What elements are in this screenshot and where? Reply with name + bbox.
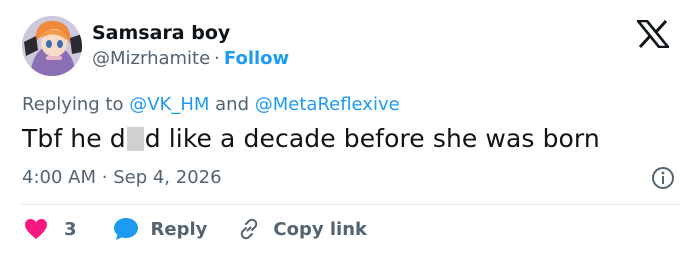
divider [22,204,679,205]
heart-icon [25,219,47,239]
replying-prefix: Replying to [22,94,124,115]
reply-bubble-icon [113,218,138,240]
avatar-image [22,16,82,76]
author-handle-row: @Mizrhamite · Follow [92,48,289,69]
tweet-text: Tbf he d d like a decade before she was b… [22,124,600,153]
separator-dot: · [214,48,220,69]
reply-button[interactable]: Reply [113,217,208,241]
separator-dot: · [101,167,108,188]
tweet-date: Sep 4, 2026 [113,167,222,188]
tweet-text-after: d like a decade before she was born [144,124,600,153]
copy-link-button[interactable]: Copy link [237,217,367,241]
like-count: 3 [64,218,77,240]
action-bar: 3 Reply Copy link [24,216,367,242]
avatar[interactable] [22,16,82,76]
author-handle[interactable]: @Mizrhamite [92,48,210,69]
link-icon [241,218,258,240]
like-button[interactable]: 3 [24,218,77,240]
mention-joiner: and [215,94,250,115]
mention-link[interactable]: @MetaReflexive [255,94,400,115]
author-name[interactable]: Samsara boy [92,22,230,44]
timestamp[interactable]: 4:00 AM · Sep 4, 2026 [22,167,222,188]
reply-context: Replying to @VK_HM and @MetaReflexive [22,94,400,115]
copy-link-label: Copy link [273,218,367,240]
reply-label: Reply [150,218,208,240]
info-icon[interactable] [651,166,675,190]
tweet-text-before: Tbf he d [22,124,126,153]
follow-button[interactable]: Follow [224,48,289,69]
x-logo-icon[interactable] [637,20,669,48]
mention-link[interactable]: @VK_HM [129,94,209,115]
censor-block [126,127,144,151]
tweet-time: 4:00 AM [22,167,96,188]
